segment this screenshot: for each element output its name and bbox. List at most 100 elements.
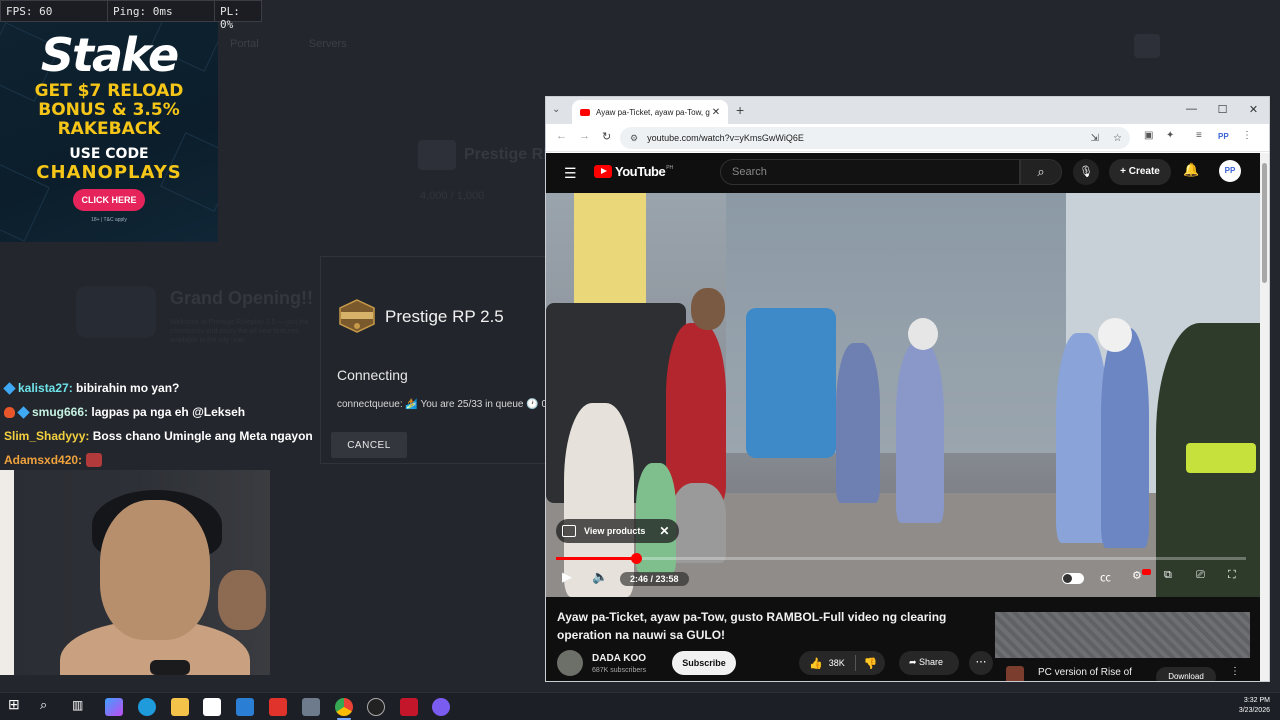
stake-ad[interactable]: Stake GET $7 RELOAD BONUS & 3.5% RAKEBAC… <box>0 22 218 242</box>
omnibox[interactable]: ⚙ youtube.com/watch?v=yKmsGwWiQ6E ⇲ ☆ <box>620 127 1130 149</box>
url-text[interactable]: youtube.com/watch?v=yKmsGwWiQ6E <box>647 133 804 143</box>
obs-icon[interactable] <box>367 698 385 716</box>
system-clock[interactable]: 3:32 PM 3/23/2026 <box>1239 696 1270 716</box>
share-label: Share <box>919 657 944 667</box>
cancel-button[interactable]: CANCEL <box>331 432 407 458</box>
forward-arrow-icon[interactable]: → <box>579 130 590 142</box>
task-view-icon[interactable]: ▥ <box>72 698 90 716</box>
menu-hamburger-icon[interactable]: ☰ <box>564 165 577 182</box>
fullscreen-icon[interactable]: ⛶ <box>1228 569 1236 582</box>
bg-nav-item-servers: Servers <box>308 38 347 50</box>
profile-avatar-icon[interactable]: PP <box>1218 132 1229 141</box>
ad-line-1: GET $7 RELOAD <box>34 81 184 101</box>
extension-g-icon[interactable]: ▣ <box>1144 130 1153 141</box>
side-ad-banner[interactable] <box>995 612 1250 658</box>
file-explorer-icon[interactable] <box>171 698 189 716</box>
back-arrow-icon[interactable]: ← <box>556 130 567 142</box>
search-input[interactable]: Search <box>720 159 1020 185</box>
copilot-icon[interactable] <box>105 698 123 716</box>
fire-badge-icon <box>4 406 15 418</box>
miniplayer-icon[interactable]: ⧉ <box>1164 569 1172 582</box>
search-taskbar-icon[interactable]: ⌕ <box>40 697 58 715</box>
scrollbar-thumb[interactable] <box>1262 163 1267 283</box>
mail-icon[interactable] <box>236 698 254 716</box>
windows-start-icon[interactable]: ⊞ <box>8 696 26 714</box>
video-player[interactable]: View products ✕ ▶ 🔈 2:46 / 23:58 ㏄ ⚙ ⧉ ⎚… <box>546 193 1262 597</box>
ping-readout: Ping: 0ms <box>108 1 215 21</box>
side-ad-more-icon[interactable]: ⋮ <box>1230 666 1240 677</box>
app-a-icon[interactable] <box>400 698 418 716</box>
close-window-button[interactable]: ✕ <box>1238 97 1269 124</box>
reload-icon[interactable]: ↻ <box>602 130 611 143</box>
page-scrollbar[interactable] <box>1260 153 1269 681</box>
channel-avatar[interactable] <box>557 650 583 676</box>
emote-icon <box>86 453 103 467</box>
ad-line-2: BONUS & 3.5% <box>38 100 180 120</box>
tab-youtube[interactable]: Ayaw pa-Ticket, ayaw pa-Tow, g ✕ <box>572 100 728 124</box>
extensions-puzzle-icon[interactable]: ✦ <box>1166 130 1174 141</box>
account-avatar[interactable]: PP <box>1219 160 1241 182</box>
webcam-feed <box>0 470 270 675</box>
volume-icon[interactable]: 🔈 <box>592 569 608 585</box>
clock-date: 3/23/2026 <box>1238 707 1270 714</box>
notifications-bell-icon[interactable]: 🔔 <box>1183 162 1199 178</box>
new-tab-plus-icon[interactable]: + <box>736 102 744 118</box>
microphone-icon <box>150 660 190 675</box>
captions-icon[interactable]: ㏄ <box>1100 569 1111 585</box>
dislike-thumb-icon[interactable]: 👎 <box>864 657 878 670</box>
maximize-button[interactable]: ☐ <box>1207 97 1238 124</box>
more-actions-icon[interactable]: ⋯ <box>969 651 993 675</box>
chrome-menu-icon[interactable]: ⋮ <box>1242 130 1252 141</box>
subscribe-button[interactable]: Subscribe <box>672 651 736 675</box>
tab-list-chevron-icon[interactable]: ⌄ <box>552 104 566 118</box>
stake-logo: Stake <box>40 28 179 82</box>
bg-server-header: Prestige RP <box>418 140 554 170</box>
minimize-button[interactable]: — <box>1176 97 1207 124</box>
like-count[interactable]: 38K <box>829 658 845 668</box>
region-code: PH <box>666 164 674 171</box>
chrome-taskbar-icon[interactable] <box>335 698 353 716</box>
scrubber-handle[interactable] <box>631 553 643 564</box>
channel-name[interactable]: DADA KOO <box>592 653 646 664</box>
chat-username: smug666: <box>32 405 89 419</box>
bookmark-star-icon[interactable]: ☆ <box>1113 133 1122 144</box>
ad-click-here-button[interactable]: CLICK HERE <box>73 189 145 211</box>
cast-icon[interactable]: ⎚ <box>1196 569 1205 582</box>
youtube-play-logo-icon <box>594 165 612 178</box>
app-gray-icon[interactable] <box>302 698 320 716</box>
youtube-logo[interactable]: YouTube PH <box>594 164 673 179</box>
windows-taskbar: ⊞ ⌕ ▥ 3:32 PM 3/23/2026 <box>0 692 1280 720</box>
search-button[interactable]: ⌕ <box>1020 159 1062 185</box>
side-ad-row: PC version of Rise of Download ⋮ <box>1006 663 1256 681</box>
autoplay-toggle[interactable] <box>1062 573 1084 584</box>
view-products-chip[interactable]: View products ✕ <box>556 519 680 543</box>
background-nav: Portal Servers <box>230 34 1260 58</box>
side-ad-title[interactable]: PC version of Rise of <box>1038 667 1132 678</box>
bg-avatar <box>1134 34 1160 58</box>
install-app-icon[interactable]: ⇲ <box>1091 133 1099 144</box>
store-icon[interactable] <box>203 698 221 716</box>
game-app-icon <box>1006 666 1024 681</box>
app-w-icon[interactable] <box>269 698 287 716</box>
download-button[interactable]: Download <box>1156 667 1216 681</box>
video-progress-bar[interactable] <box>556 553 1246 564</box>
discord-icon[interactable] <box>432 698 450 716</box>
shopping-bag-icon <box>562 525 576 537</box>
play-icon[interactable]: ▶ <box>562 569 572 585</box>
bg-headline: Grand Opening!! <box>170 288 313 308</box>
voice-search-mic-icon[interactable]: 🎙 <box>1073 159 1099 185</box>
chat-text: bibirahin mo yan? <box>76 381 180 395</box>
settings-gear-icon[interactable]: ⚙ <box>1132 569 1142 582</box>
reading-list-icon[interactable]: ≡ <box>1196 130 1202 141</box>
cube-badge-icon <box>17 405 30 419</box>
site-info-icon[interactable]: ⚙ <box>630 133 638 144</box>
close-chip-icon[interactable]: ✕ <box>659 524 669 538</box>
clock-time: 3:32 PM <box>1243 697 1270 704</box>
window-controls: — ☐ ✕ <box>1176 97 1269 124</box>
edge-icon[interactable] <box>138 698 156 716</box>
tab-close-icon[interactable]: ✕ <box>710 107 722 118</box>
like-thumb-icon[interactable]: 👍 <box>809 657 823 670</box>
share-button[interactable]: ➦ Share <box>899 651 959 675</box>
youtube-favicon-icon <box>580 108 590 116</box>
create-button[interactable]: + Create <box>1109 159 1171 185</box>
